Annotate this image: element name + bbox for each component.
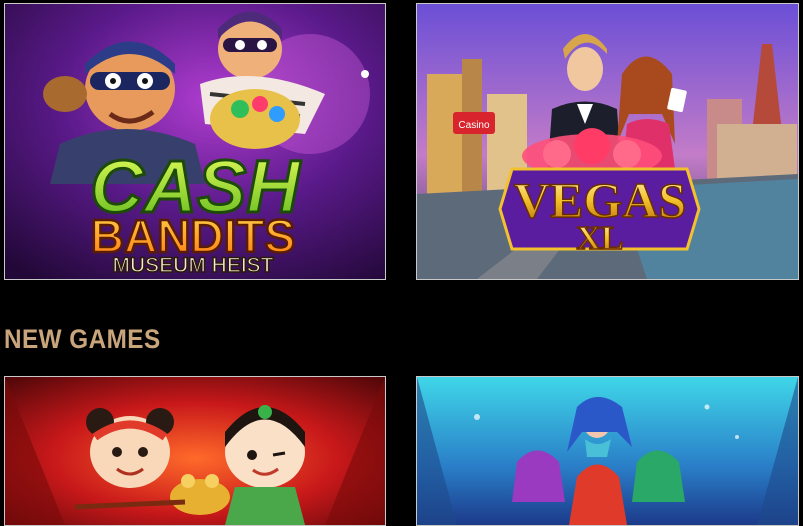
cash-bandits-subtitle: MUSEUM HEIST bbox=[112, 254, 273, 277]
cash-bandits-artwork: CASH BANDITS MUSEUM HEIST bbox=[5, 4, 385, 279]
casino-sign: Casino bbox=[458, 120, 490, 131]
game-tile-lucky-kids[interactable] bbox=[4, 376, 386, 526]
game-tile-mermaids[interactable] bbox=[416, 376, 799, 526]
vegas-xl-title-line2: XL bbox=[576, 220, 623, 257]
game-tile-vegas-xl[interactable]: Casino VEGAS XL bbox=[416, 3, 799, 280]
game-tile-cash-bandits[interactable]: CASH BANDITS MUSEUM HEIST bbox=[4, 3, 386, 280]
lucky-kids-artwork bbox=[5, 377, 385, 525]
vegas-xl-artwork: Casino VEGAS XL bbox=[417, 4, 798, 279]
new-games-heading: NEW GAMES bbox=[4, 324, 161, 354]
mermaids-artwork bbox=[417, 377, 798, 525]
